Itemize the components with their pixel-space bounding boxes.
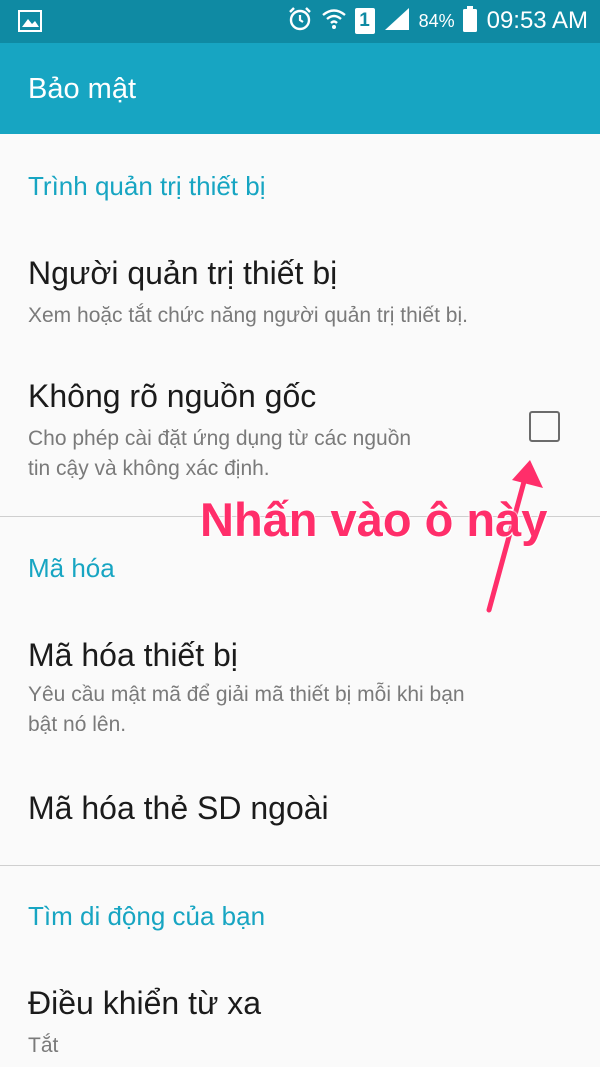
- annotation-label: Nhấn vào ô này: [200, 493, 548, 546]
